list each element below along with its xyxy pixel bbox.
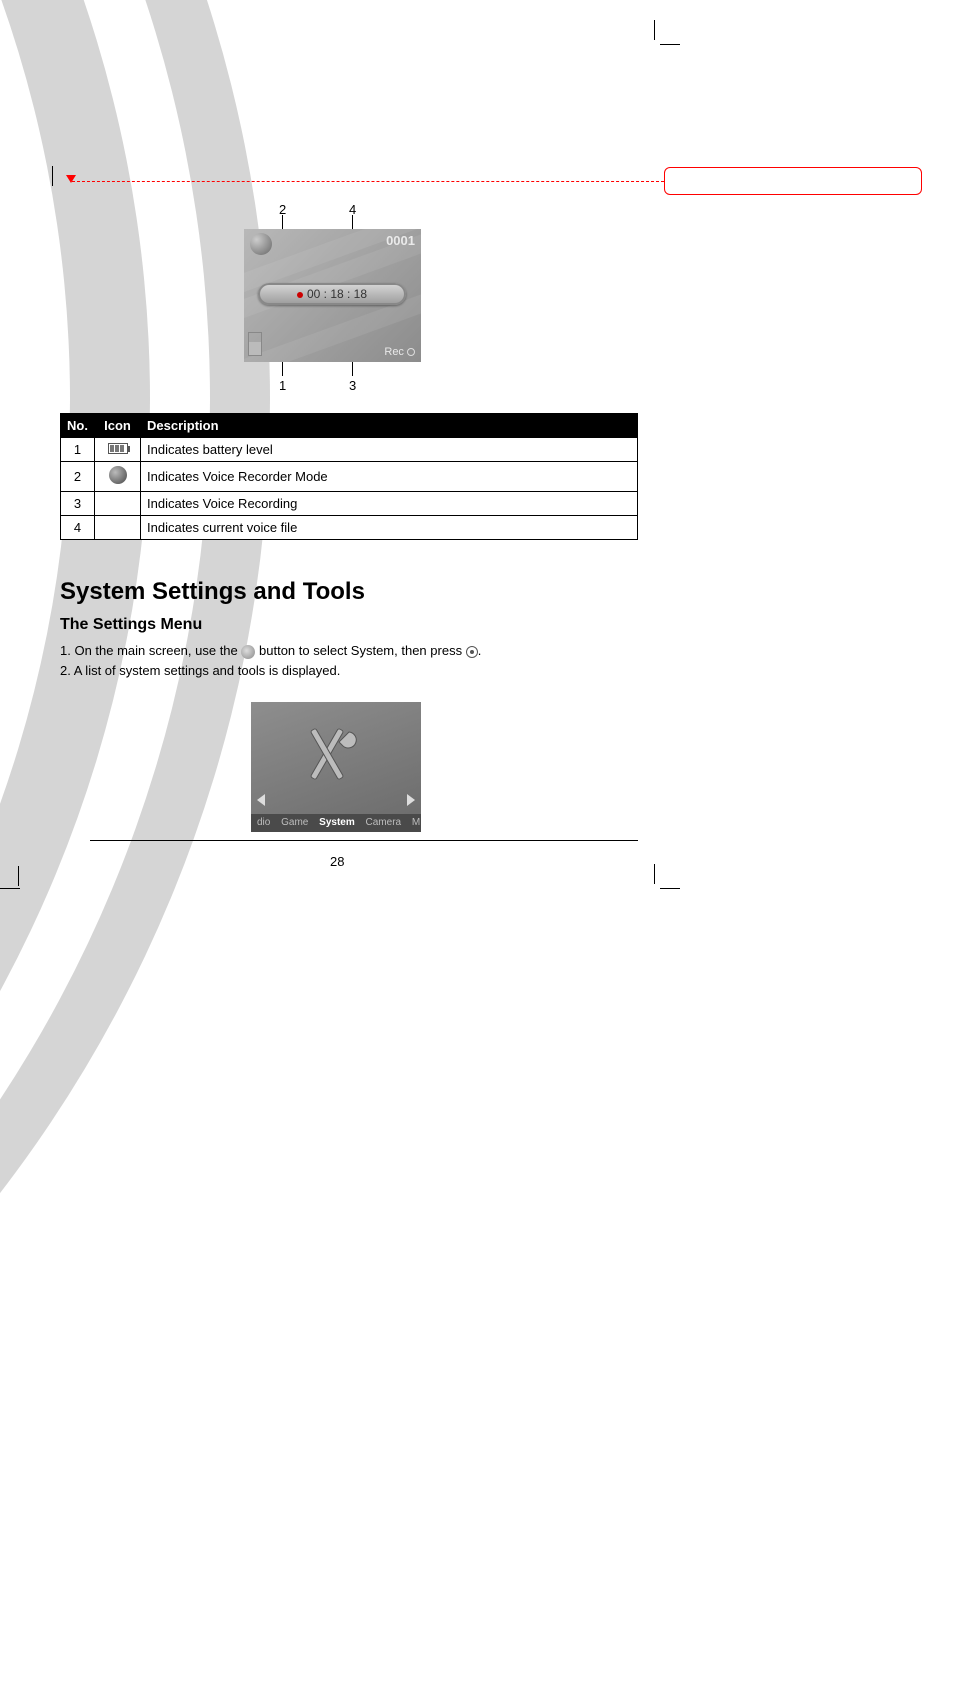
mic-icon — [250, 233, 272, 255]
table-row: 3 Indicates Voice Recording — [61, 492, 638, 516]
table-header: No. — [61, 414, 95, 438]
callout-tick — [352, 362, 353, 376]
ok-button-icon — [466, 646, 478, 658]
row-desc: Indicates Voice Recorder Mode — [141, 462, 638, 492]
row-icon-cell — [95, 516, 141, 540]
row-number: 3 — [61, 492, 95, 516]
callout-arrow-icon — [66, 175, 76, 183]
record-dot-icon — [407, 348, 415, 356]
legend-table: No. Icon Description 1 Indicates battery… — [60, 413, 638, 540]
menu-item: M — [408, 817, 421, 828]
callout-number: 4 — [349, 202, 356, 217]
record-time-pill: 00 : 18 : 18 — [258, 283, 406, 305]
row-number: 4 — [61, 516, 95, 540]
voice-recorder-screen: 0001 00 : 18 : 18 Rec — [244, 229, 421, 362]
crop-mark — [0, 888, 20, 889]
table-header: Description — [141, 414, 638, 438]
section-body: 1. On the main screen, use the button to… — [60, 642, 660, 682]
row-desc: Indicates Voice Recording — [141, 492, 638, 516]
nav-dpad-icon — [241, 645, 255, 659]
crop-mark — [660, 888, 680, 889]
table-row: 2 Indicates Voice Recorder Mode — [61, 462, 638, 492]
table-row: 1 Indicates battery level — [61, 438, 638, 462]
step-text: button to select System, then press — [259, 643, 462, 658]
section-heading: System Settings and Tools — [60, 578, 365, 606]
battery-icon — [108, 443, 128, 454]
callout-box — [664, 167, 922, 195]
table-header: Icon — [95, 414, 141, 438]
callout-number: 3 — [349, 378, 356, 393]
callout-tick — [282, 215, 283, 229]
page-number: 28 — [330, 854, 344, 869]
menu-strip: dio Game System Camera M — [251, 814, 421, 832]
nav-right-icon — [407, 794, 415, 806]
tools-icon — [293, 724, 375, 794]
step-line: 2. A list of system settings and tools i… — [60, 662, 660, 680]
divider-line — [90, 840, 638, 841]
callout-tick — [282, 362, 283, 376]
menu-item: dio — [253, 817, 274, 828]
callout-tick — [352, 215, 353, 229]
mic-icon — [109, 466, 127, 484]
section-subheading: The Settings Menu — [60, 616, 202, 634]
callout-number: 2 — [279, 202, 286, 217]
crop-mark — [654, 864, 655, 884]
row-number: 1 — [61, 438, 95, 462]
nav-left-icon — [257, 794, 265, 806]
row-desc: Indicates current voice file — [141, 516, 638, 540]
crop-mark — [654, 20, 655, 40]
row-icon-cell — [95, 492, 141, 516]
system-menu-screen: dio Game System Camera M — [251, 702, 421, 832]
crop-mark — [660, 44, 680, 45]
step-text: 1. On the main screen, use the — [60, 643, 241, 658]
rec-label: Rec — [384, 346, 415, 358]
table-row: 4 Indicates current voice file — [61, 516, 638, 540]
row-number: 2 — [61, 462, 95, 492]
row-icon-cell — [95, 438, 141, 462]
menu-item-selected: System — [315, 817, 359, 828]
file-counter: 0001 — [386, 233, 415, 248]
row-icon-cell — [95, 462, 141, 492]
row-desc: Indicates battery level — [141, 438, 638, 462]
callout-dashed-line — [72, 181, 664, 182]
battery-icon — [248, 332, 262, 356]
record-time: 00 : 18 : 18 — [307, 287, 367, 301]
callout-number: 1 — [279, 378, 286, 393]
crop-mark — [18, 866, 19, 886]
menu-item: Game — [277, 817, 312, 828]
menu-item: Camera — [362, 817, 406, 828]
step-line: 1. On the main screen, use the button to… — [60, 642, 660, 660]
crop-mark — [52, 166, 53, 186]
